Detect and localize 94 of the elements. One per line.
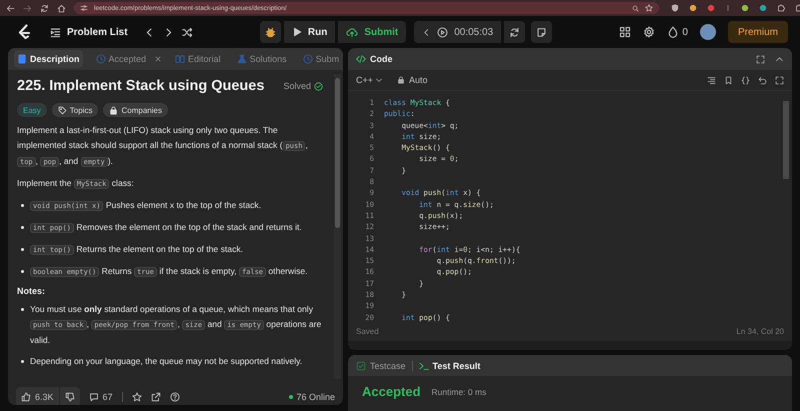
reload-icon[interactable] [40, 4, 49, 12]
save-status: Saved [356, 327, 379, 336]
tab[interactable]: Solutions [234, 50, 290, 68]
reset-timer-button[interactable] [504, 21, 526, 43]
terminal-icon [418, 360, 429, 370]
bullet-icon [21, 248, 24, 251]
chevron-down-icon [375, 76, 384, 84]
panel-title: Code [370, 54, 392, 64]
extension-icon[interactable] [759, 4, 767, 12]
timer-button[interactable]: 00:05:03 [414, 21, 502, 43]
problem-list-link[interactable]: Problem List [67, 26, 128, 38]
tab[interactable]: Testcase [356, 360, 406, 370]
runtime-text: Runtime: 0 ms [432, 386, 486, 396]
comment-icon [88, 392, 99, 402]
logo-icon[interactable] [16, 24, 32, 40]
online-count: 76 Online [296, 392, 335, 402]
zoom-icon[interactable] [632, 4, 639, 12]
extension-icon[interactable] [689, 4, 697, 12]
reset-icon[interactable] [758, 76, 767, 84]
run-button[interactable]: Run [284, 21, 336, 43]
debug-button[interactable] [260, 21, 281, 43]
back-icon[interactable] [6, 4, 15, 12]
list-item-text: Depending on your language, the queue may not be supported natively. [30, 355, 302, 368]
thumbs-down-icon [64, 392, 75, 402]
streak-counter[interactable]: 0 [667, 26, 688, 38]
scrollbar-thumb[interactable] [335, 78, 340, 228]
tab[interactable]: Subm [300, 50, 342, 68]
notes-button[interactable] [531, 21, 552, 43]
star-icon[interactable] [132, 392, 142, 402]
clock-icon [96, 54, 106, 64]
home-icon[interactable] [57, 4, 66, 12]
check-circle-icon [314, 82, 323, 90]
bookmark-icon[interactable] [724, 76, 733, 84]
extensions-icon[interactable] [777, 4, 785, 12]
bug-icon [264, 26, 276, 38]
tab[interactable]: Editorial [172, 50, 224, 68]
topics-tag[interactable]: Topics [52, 103, 98, 117]
format-icon[interactable] [707, 76, 716, 84]
mode-label[interactable]: Auto [409, 75, 428, 85]
bookmark-star-icon[interactable] [645, 4, 653, 12]
tab[interactable]: Test Result [418, 360, 480, 370]
book-icon [175, 54, 186, 64]
close-icon[interactable] [154, 55, 162, 63]
timer-icon [437, 26, 448, 38]
problem-title: 225. Implement Stack using Queues [17, 78, 264, 94]
note-icon [536, 26, 548, 38]
thumbs-up-icon [21, 392, 31, 402]
language-dropdown[interactable]: C++ [356, 75, 384, 85]
forward-icon[interactable] [23, 4, 32, 12]
maximize-icon[interactable] [775, 76, 784, 84]
tab[interactable]: Accepted [92, 50, 150, 68]
bullet-icon [21, 204, 24, 207]
cursor-position: Ln 34, Col 20 [736, 327, 784, 336]
site-settings-icon[interactable] [80, 4, 88, 12]
maximize-icon[interactable] [756, 54, 765, 64]
premium-button[interactable]: Premium [728, 21, 788, 43]
online-dot-icon [289, 395, 294, 399]
extension-icon[interactable] [741, 4, 749, 12]
layout-icon[interactable] [619, 26, 632, 38]
tab[interactable]: Description [14, 50, 83, 68]
document-icon [17, 54, 27, 64]
companies-tag[interactable]: Companies [103, 103, 168, 117]
notes-heading: Notes: [17, 286, 46, 296]
lock-icon [397, 76, 406, 84]
settings-icon[interactable] [643, 26, 656, 38]
submit-button[interactable]: Submit [338, 21, 406, 43]
avatar[interactable] [700, 24, 716, 40]
checkbox-icon [356, 360, 366, 370]
difficulty-tag[interactable]: Easy [17, 103, 47, 117]
code-icon [356, 54, 366, 64]
comments-button[interactable]: 67 [88, 392, 113, 402]
tag-icon [58, 106, 67, 114]
upload-icon [346, 26, 358, 38]
list-icon[interactable] [50, 26, 61, 38]
bullet-icon [21, 360, 24, 363]
extension-icon[interactable] [707, 4, 715, 12]
help-icon[interactable] [170, 392, 180, 402]
reload-icon [509, 26, 520, 38]
bullet-icon [21, 308, 24, 311]
bullet-icon [21, 226, 24, 229]
clock-icon [302, 54, 313, 64]
lock-icon [109, 106, 118, 114]
bullet-icon [21, 270, 24, 273]
extension-icon[interactable] [725, 5, 731, 11]
collapse-icon[interactable] [775, 54, 784, 64]
shield-icon[interactable] [671, 4, 679, 12]
result-status: Accepted [362, 384, 421, 399]
shuffle-icon[interactable] [182, 26, 193, 38]
solved-status: Solved [283, 81, 311, 91]
flask-icon [236, 54, 247, 64]
play-icon [292, 27, 302, 37]
scrollbar-thumb[interactable] [783, 101, 789, 179]
braces-icon[interactable] [741, 76, 750, 84]
share-icon[interactable] [150, 392, 161, 402]
